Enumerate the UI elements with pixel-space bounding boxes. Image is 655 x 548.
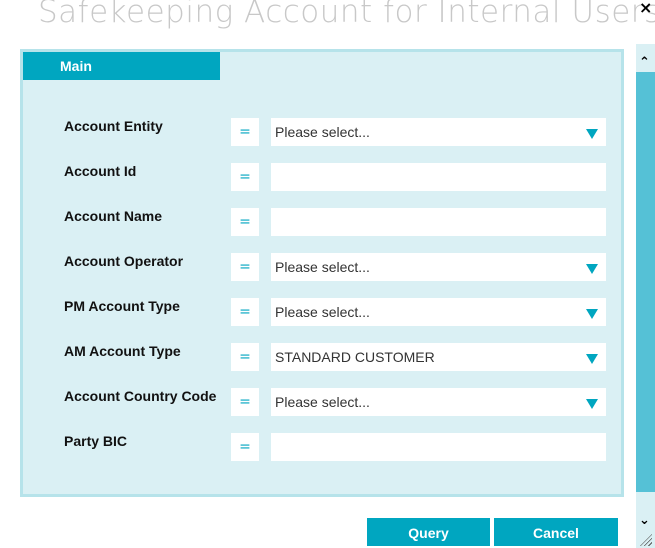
field-label: Account Operator: [64, 253, 184, 269]
field-label: Account Name: [64, 208, 163, 224]
operator-button[interactable]: =: [231, 208, 259, 236]
form-row-pm-account-type: PM Account Type = Please select...: [64, 296, 609, 326]
account-operator-select[interactable]: Please select...: [271, 253, 606, 281]
field-label: Account Id: [64, 163, 137, 179]
form-row-account-country-code: Account Country Code = Please select...: [64, 386, 609, 416]
dropdown-arrow-icon: [586, 309, 598, 319]
operator-button[interactable]: =: [231, 253, 259, 281]
party-bic-input[interactable]: [271, 433, 606, 461]
operator-button[interactable]: =: [231, 118, 259, 146]
operator-button[interactable]: =: [231, 433, 259, 461]
operator-button[interactable]: =: [231, 388, 259, 416]
operator-button[interactable]: =: [231, 343, 259, 371]
form-row-account-id: Account Id =: [64, 161, 609, 191]
dropdown-arrow-icon: [586, 399, 598, 409]
field-label: Party BIC: [64, 433, 128, 449]
form-row-party-bic: Party BIC =: [64, 431, 609, 461]
pm-account-type-select[interactable]: Please select...: [271, 298, 606, 326]
close-icon[interactable]: ×: [639, 0, 652, 16]
dropdown-arrow-icon: [586, 129, 598, 139]
tab-main[interactable]: Main: [23, 52, 220, 80]
select-value: Please select...: [275, 304, 370, 320]
operator-button[interactable]: =: [231, 298, 259, 326]
form-row-account-name: Account Name =: [64, 206, 609, 236]
account-entity-select[interactable]: Please select...: [271, 118, 606, 146]
field-label: Account Country Code: [64, 388, 217, 404]
scroll-up-icon[interactable]: ⌃: [639, 56, 650, 69]
form-panel: Main Account Entity = Please select... A…: [20, 49, 624, 497]
am-account-type-select[interactable]: STANDARD CUSTOMER: [271, 343, 606, 371]
account-country-code-select[interactable]: Please select...: [271, 388, 606, 416]
form-row-account-entity: Account Entity = Please select...: [64, 116, 609, 146]
dropdown-arrow-icon: [586, 354, 598, 364]
scrollbar-thumb[interactable]: [636, 72, 655, 492]
select-value: Please select...: [275, 394, 370, 410]
account-name-input[interactable]: [271, 208, 606, 236]
select-value: Please select...: [275, 259, 370, 275]
account-id-input[interactable]: [271, 163, 606, 191]
field-label: AM Account Type: [64, 343, 181, 359]
window-title: Safekeeping Account for Internal Users: [38, 0, 655, 30]
select-value: Please select...: [275, 124, 370, 140]
form-row-account-operator: Account Operator = Please select...: [64, 251, 609, 281]
scroll-down-icon[interactable]: ⌄: [639, 514, 650, 527]
field-label: PM Account Type: [64, 298, 180, 314]
query-button[interactable]: Query: [367, 518, 490, 546]
field-label: Account Entity: [64, 118, 163, 134]
select-value: STANDARD CUSTOMER: [275, 349, 435, 365]
cancel-button[interactable]: Cancel: [494, 518, 618, 546]
dropdown-arrow-icon: [586, 264, 598, 274]
form-row-am-account-type: AM Account Type = STANDARD CUSTOMER: [64, 341, 609, 371]
operator-button[interactable]: =: [231, 163, 259, 191]
